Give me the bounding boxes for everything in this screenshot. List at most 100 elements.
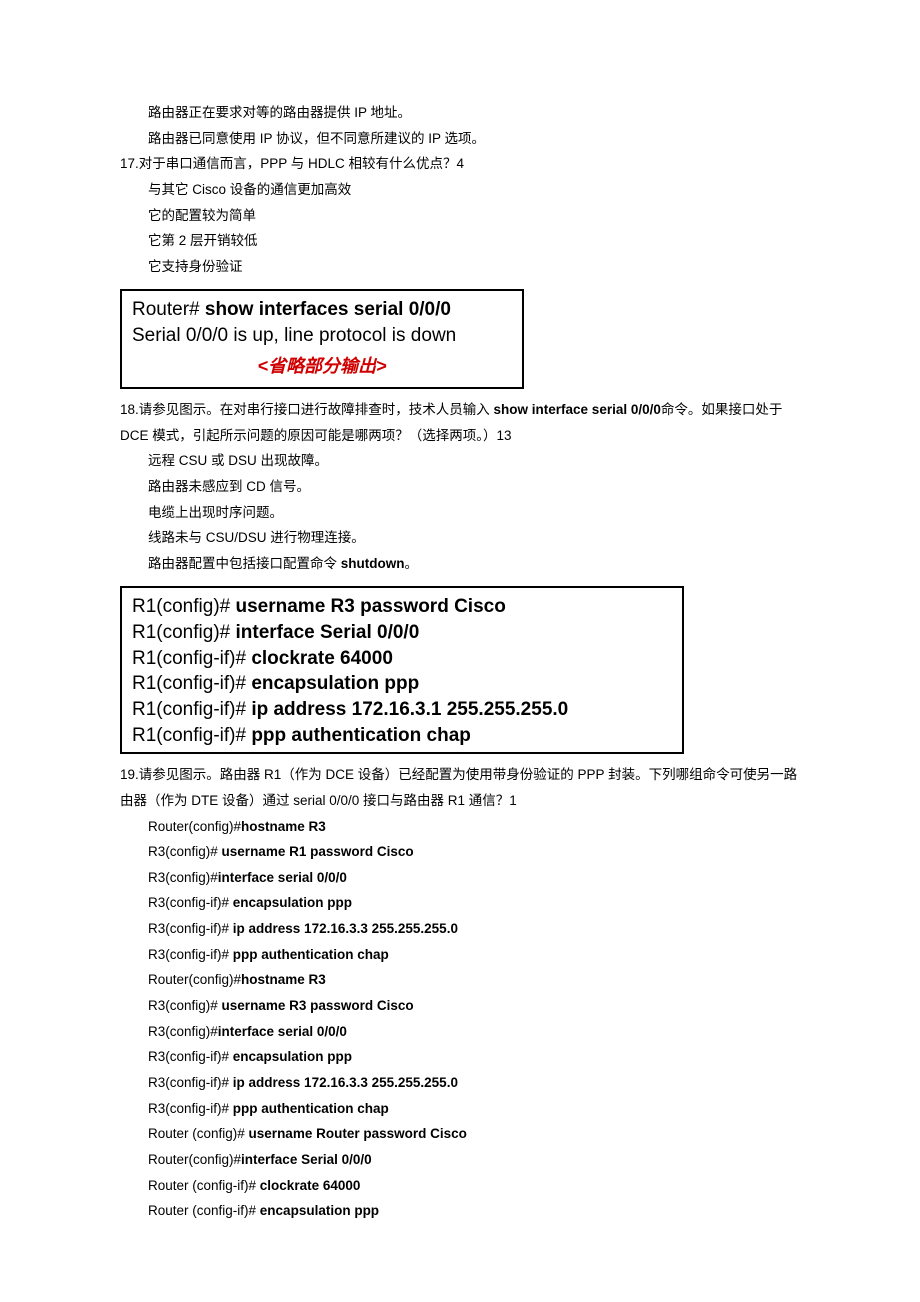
question-text-a: 请参见图示。在对串行接口进行故障排查时，技术人员输入 <box>139 402 494 417</box>
option-text: 它的配置较为简单 <box>148 203 800 229</box>
cli-command: username R3 password Cisco <box>236 596 506 617</box>
omitted-note: <省略部分输出> <box>132 349 512 383</box>
cmd-prompt: R3(config-if)# <box>148 947 233 962</box>
question-text: 请参见图示。路由器 R1（作为 DCE 设备）已经配置为使用带身份验证的 PPP… <box>120 767 797 808</box>
option-text: 路由器正在要求对等的路由器提供 IP 地址。 <box>148 100 800 126</box>
cmd-line: Router (config-if)# clockrate 64000 <box>148 1173 800 1199</box>
cmd-line: Router(config)#hostname R3 <box>148 814 800 840</box>
cli-line: R1(config-if)# ip address 172.16.3.1 255… <box>132 697 672 723</box>
exhibit-18: Router# show interfaces serial 0/0/0 Ser… <box>120 289 524 388</box>
option-text: 路由器未感应到 CD 信号。 <box>148 474 800 500</box>
cmd-line: R3(config)#interface serial 0/0/0 <box>148 1019 800 1045</box>
cmd-prompt: R3(config-if)# <box>148 1101 233 1116</box>
option-text: 路由器已同意使用 IP 协议，但不同意所建议的 IP 选项。 <box>148 126 800 152</box>
cmd-prompt: R3(config)# <box>148 1024 218 1039</box>
question-18: 18.请参见图示。在对串行接口进行故障排查时，技术人员输入 show inter… <box>120 397 800 448</box>
question-19: 19.请参见图示。路由器 R1（作为 DCE 设备）已经配置为使用带身份验证的 … <box>120 762 800 813</box>
q18-options: 远程 CSU 或 DSU 出现故障。 路由器未感应到 CD 信号。 电缆上出现时… <box>120 448 800 576</box>
option-text: 它第 2 层开销较低 <box>148 228 800 254</box>
cli-command: encapsulation ppp <box>251 673 419 694</box>
cmd-prompt: R3(config)# <box>148 998 222 1013</box>
q17-options: 与其它 Cisco 设备的通信更加高效 它的配置较为简单 它第 2 层开销较低 … <box>120 177 800 280</box>
cli-prompt: Router# <box>132 299 205 320</box>
pre-options-block: 路由器正在要求对等的路由器提供 IP 地址。 路由器已同意使用 IP 协议，但不… <box>120 100 800 151</box>
option-part-a: 路由器配置中包括接口配置命令 <box>148 556 341 571</box>
cli-line: R1(config-if)# ppp authentication chap <box>132 723 672 749</box>
cmd-prompt: R3(config)# <box>148 844 222 859</box>
cli-output: Serial 0/0/0 is up, line protocol is dow… <box>132 323 512 349</box>
cmd-prompt: Router(config)# <box>148 1152 241 1167</box>
cli-line: R1(config-if)# encapsulation ppp <box>132 671 672 697</box>
cmd-prompt: Router (config-if)# <box>148 1178 260 1193</box>
cmd-bold: clockrate 64000 <box>260 1178 361 1193</box>
question-number: 18. <box>120 402 139 417</box>
cli-command: ppp authentication chap <box>251 725 471 746</box>
cli-command: interface Serial 0/0/0 <box>236 622 420 643</box>
cmd-prompt: Router (config)# <box>148 1126 249 1141</box>
cli-line: R1(config)# interface Serial 0/0/0 <box>132 620 672 646</box>
option-text: 与其它 Cisco 设备的通信更加高效 <box>148 177 800 203</box>
cmd-line: R3(config-if)# encapsulation ppp <box>148 890 800 916</box>
cmd-line: R3(config-if)# ip address 172.16.3.3 255… <box>148 916 800 942</box>
cmd-bold: ip address 172.16.3.3 255.255.255.0 <box>233 921 458 936</box>
cmd-bold: encapsulation ppp <box>233 1049 352 1064</box>
cmd-bold: encapsulation ppp <box>233 895 352 910</box>
cli-command: ip address 172.16.3.1 255.255.255.0 <box>251 699 568 720</box>
option-text: 远程 CSU 或 DSU 出现故障。 <box>148 448 800 474</box>
question-text: 对于串口通信而言，PPP 与 HDLC 相较有什么优点？4 <box>139 156 464 171</box>
question-number: 17. <box>120 156 139 171</box>
option-text: 路由器配置中包括接口配置命令 shutdown。 <box>148 551 800 577</box>
cmd-line: Router(config)#hostname R3 <box>148 967 800 993</box>
cmd-bold: interface Serial 0/0/0 <box>241 1152 372 1167</box>
cli-line: Router# show interfaces serial 0/0/0 <box>132 297 512 323</box>
cmd-line: Router(config)#interface Serial 0/0/0 <box>148 1147 800 1173</box>
cli-line: R1(config)# username R3 password Cisco <box>132 594 672 620</box>
cmd-bold: username R1 password Cisco <box>222 844 414 859</box>
cmd-prompt: Router(config)# <box>148 819 241 834</box>
cmd-line: R3(config-if)# ip address 172.16.3.3 255… <box>148 1070 800 1096</box>
option-part-bold: shutdown <box>341 556 405 571</box>
cmd-line: R3(config-if)# ppp authentication chap <box>148 1096 800 1122</box>
cmd-prompt: R3(config-if)# <box>148 895 233 910</box>
exhibit-19: R1(config)# username R3 password Cisco R… <box>120 586 684 754</box>
cmd-line: Router (config)# username Router passwor… <box>148 1121 800 1147</box>
cmd-bold: ppp authentication chap <box>233 947 389 962</box>
question-number: 19. <box>120 767 139 782</box>
cmd-bold: username R3 password Cisco <box>222 998 414 1013</box>
option-part-b: 。 <box>405 556 419 571</box>
cmd-line: Router (config-if)# encapsulation ppp <box>148 1198 800 1224</box>
cmd-bold: interface serial 0/0/0 <box>218 1024 347 1039</box>
cli-prompt: R1(config-if)# <box>132 725 251 746</box>
cmd-line: R3(config)# username R1 password Cisco <box>148 839 800 865</box>
cli-command: show interfaces serial 0/0/0 <box>205 299 451 320</box>
option-text: 电缆上出现时序问题。 <box>148 500 800 526</box>
cli-command: clockrate 64000 <box>251 648 393 669</box>
cmd-prompt: R3(config-if)# <box>148 1075 233 1090</box>
cli-prompt: R1(config-if)# <box>132 648 251 669</box>
cmd-line: R3(config-if)# ppp authentication chap <box>148 942 800 968</box>
cmd-line: R3(config)# username R3 password Cisco <box>148 993 800 1019</box>
cmd-bold: encapsulation ppp <box>260 1203 379 1218</box>
cmd-bold: ppp authentication chap <box>233 1101 389 1116</box>
cmd-bold: hostname R3 <box>241 972 326 987</box>
cli-prompt: R1(config)# <box>132 622 236 643</box>
option-text: 线路未与 CSU/DSU 进行物理连接。 <box>148 525 800 551</box>
cmd-prompt: R3(config-if)# <box>148 1049 233 1064</box>
cmd-bold: username Router password Cisco <box>249 1126 467 1141</box>
cmd-prompt: Router (config-if)# <box>148 1203 260 1218</box>
cmd-line: R3(config)#interface serial 0/0/0 <box>148 865 800 891</box>
cmd-line: R3(config-if)# encapsulation ppp <box>148 1044 800 1070</box>
cli-prompt: R1(config)# <box>132 596 236 617</box>
q19-commands: Router(config)#hostname R3 R3(config)# u… <box>120 814 800 1224</box>
cmd-bold: interface serial 0/0/0 <box>218 870 347 885</box>
cmd-prompt: Router(config)# <box>148 972 241 987</box>
question-text-bold: show interface serial 0/0/0 <box>494 402 661 417</box>
cmd-prompt: R3(config-if)# <box>148 921 233 936</box>
cmd-prompt: R3(config)# <box>148 870 218 885</box>
question-17: 17.对于串口通信而言，PPP 与 HDLC 相较有什么优点？4 <box>120 151 800 177</box>
option-text: 它支持身份验证 <box>148 254 800 280</box>
cmd-bold: ip address 172.16.3.3 255.255.255.0 <box>233 1075 458 1090</box>
cli-prompt: R1(config-if)# <box>132 699 251 720</box>
cli-line: R1(config-if)# clockrate 64000 <box>132 646 672 672</box>
cmd-bold: hostname R3 <box>241 819 326 834</box>
